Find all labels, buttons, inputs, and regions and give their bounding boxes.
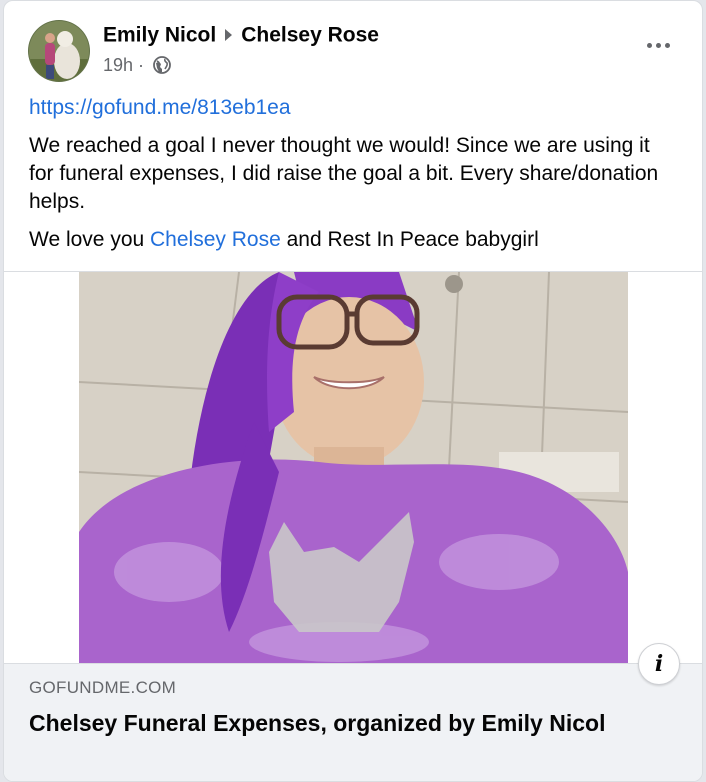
post-names: Emily Nicol Chelsey Rose (103, 23, 379, 47)
mention-link[interactable]: Chelsey Rose (150, 228, 281, 251)
avatar[interactable] (28, 20, 90, 82)
meta-separator: · (133, 54, 150, 75)
post-timestamp[interactable]: 19h (103, 55, 133, 75)
recipient-name[interactable]: Chelsey Rose (241, 23, 379, 46)
line2-suffix: and Rest In Peace babygirl (280, 228, 539, 251)
globe-icon (153, 56, 171, 75)
post-header: Emily Nicol Chelsey Rose 19h · (28, 19, 678, 83)
link-preview-image-area[interactable] (4, 271, 702, 664)
line2-prefix: We love you (29, 228, 151, 251)
preview-title[interactable]: Chelsey Funeral Expenses, organized by E… (29, 708, 669, 739)
link-preview[interactable]: GOFUNDME.COM Chelsey Funeral Expenses, o… (4, 663, 702, 781)
post-line2: We love you Chelsey Rose and Rest In Pea… (29, 226, 679, 254)
preview-photo[interactable] (79, 272, 628, 664)
preview-domain: GOFUNDME.COM (29, 678, 177, 697)
author-name[interactable]: Emily Nicol (103, 23, 216, 46)
avatar-image (29, 21, 89, 81)
post-body: https://gofund.me/813eb1ea We reached a … (29, 94, 679, 264)
preview-photo-image (79, 272, 628, 664)
more-options-icon[interactable] (638, 31, 678, 59)
post-meta: 19h · (103, 54, 171, 76)
info-icon[interactable]: i (638, 643, 680, 685)
post-card: Emily Nicol Chelsey Rose 19h · https://go… (3, 0, 703, 782)
post-url-link[interactable]: https://gofund.me/813eb1ea (29, 94, 679, 122)
post-paragraph: We reached a goal I never thought we wou… (29, 134, 659, 213)
caret-right-icon (225, 29, 233, 42)
